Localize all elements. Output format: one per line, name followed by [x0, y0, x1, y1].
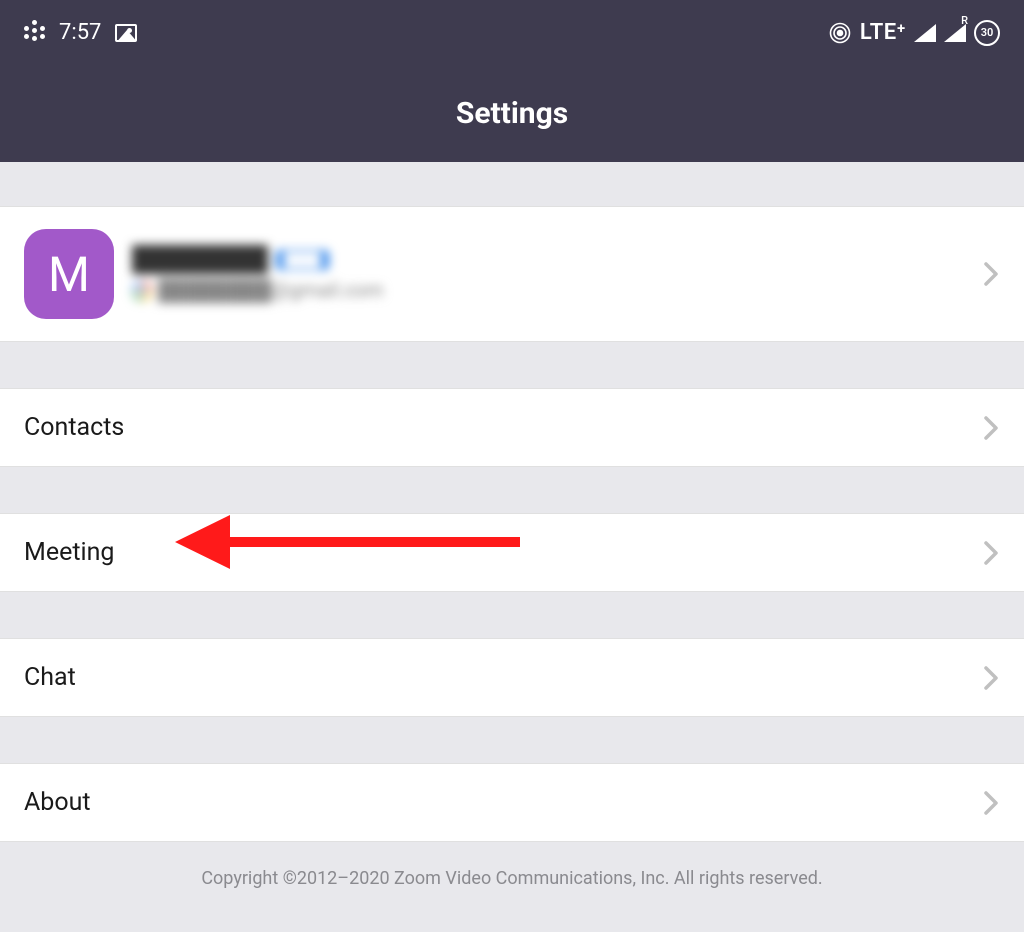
page-title: Settings: [456, 96, 568, 131]
chevron-right-icon: [982, 260, 1000, 288]
status-time: 7:57: [59, 20, 101, 45]
network-label: LTE⁺: [860, 20, 906, 45]
avatar-initial: M: [48, 246, 90, 303]
roaming-label: R: [961, 14, 968, 27]
profile-email: ████████@gmail.com: [158, 278, 383, 303]
settings-item-chat[interactable]: Chat: [0, 638, 1024, 717]
chevron-right-icon: [982, 414, 1000, 442]
settings-content: M ████████ ████ ████████@gmail.com Conta…: [0, 162, 1024, 915]
profile-info: ████████ ████ ████████@gmail.com: [132, 245, 964, 303]
settings-item-meeting[interactable]: Meeting: [0, 513, 1024, 592]
chevron-right-icon: [982, 789, 1000, 817]
signal-icon-1: [914, 24, 936, 42]
status-bar: 7:57 LTE⁺ R 30: [0, 0, 1024, 65]
avatar: M: [24, 229, 114, 319]
google-icon: [132, 281, 152, 301]
hotspot-icon: [828, 21, 852, 45]
chevron-right-icon: [982, 539, 1000, 567]
profile-row[interactable]: M ████████ ████ ████████@gmail.com: [0, 206, 1024, 342]
profile-tag: ████: [276, 250, 329, 270]
app-header: Settings: [0, 65, 1024, 162]
battery-pct: 30: [981, 26, 994, 39]
battery-icon: 30: [974, 20, 1000, 46]
list-item-label: Meeting: [24, 538, 114, 567]
picture-icon: [115, 24, 137, 42]
footer-copyright: Copyright ©2012–2020 Zoom Video Communic…: [0, 842, 1024, 915]
status-bar-right: LTE⁺ R 30: [828, 20, 1000, 46]
chevron-right-icon: [982, 664, 1000, 692]
profile-name: ████████: [132, 245, 268, 274]
settings-item-about[interactable]: About: [0, 763, 1024, 842]
list-item-label: Chat: [24, 663, 76, 692]
settings-item-contacts[interactable]: Contacts: [0, 388, 1024, 467]
list-item-label: Contacts: [24, 413, 124, 442]
signal-icon-2: R: [944, 24, 966, 42]
status-bar-left: 7:57: [24, 20, 137, 45]
list-item-label: About: [24, 788, 91, 817]
blackberry-icon: [24, 24, 45, 41]
